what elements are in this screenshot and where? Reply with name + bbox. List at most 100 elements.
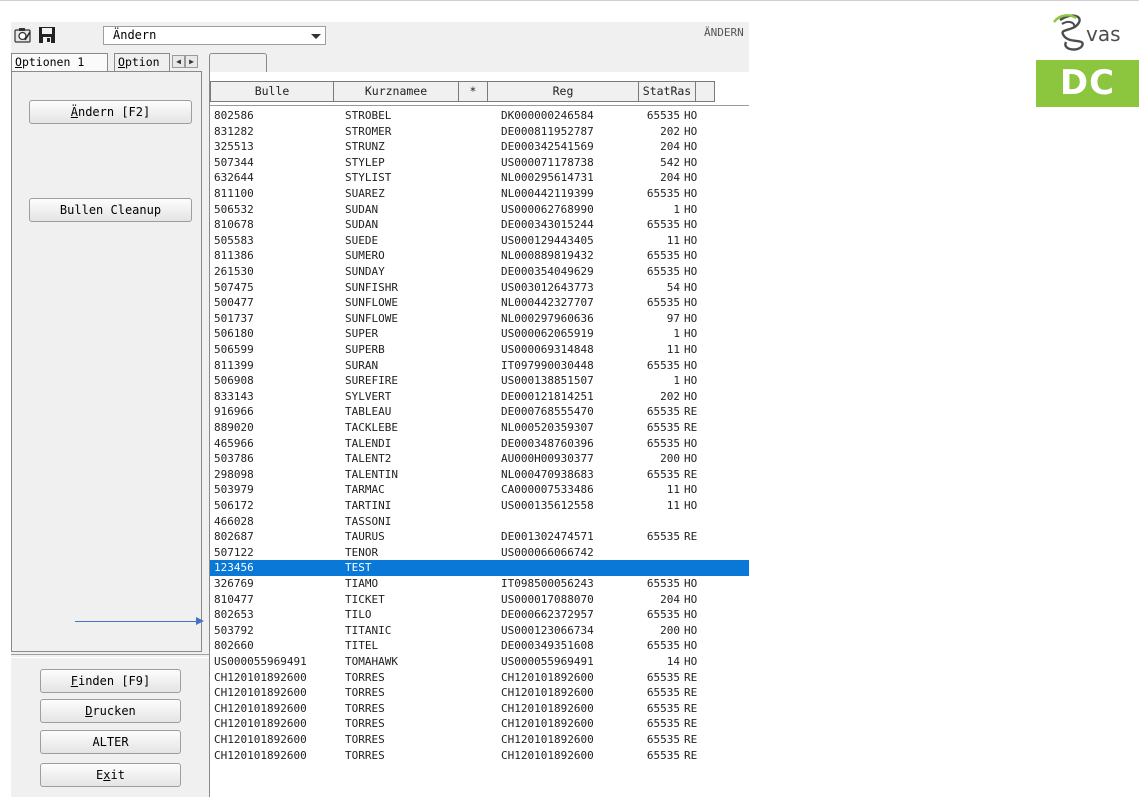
table-row[interactable]: 503786 TALENT2 AU000H00930377 200 HO xyxy=(210,451,749,467)
aendern-button[interactable]: Ändern [F2] xyxy=(29,100,192,124)
cell-kurzname: SUDAN xyxy=(345,202,379,216)
table-row[interactable]: 506599 SUPERB US000069314848 11 HO xyxy=(210,342,749,358)
table-row[interactable]: 505583 SUEDE US000129443405 11 HO xyxy=(210,233,749,249)
column-header-star[interactable]: * xyxy=(458,81,488,102)
table-row[interactable]: 802586 STROBEL DK000000246584 65535 HO xyxy=(210,108,749,124)
table-row[interactable]: 506908 SUREFIRE US000138851507 1 HO xyxy=(210,373,749,389)
column-header-statras[interactable]: StatRas xyxy=(638,81,696,102)
cell-kurzname: STYLIST xyxy=(345,171,392,185)
separator xyxy=(11,654,209,658)
cell-reg: CA000007533486 xyxy=(501,483,594,497)
column-header-extra[interactable] xyxy=(695,81,715,102)
table-row[interactable]: CH120101892600 TORRES CH120101892600 65535 R… xyxy=(210,732,749,748)
cell-reg: US000129443405 xyxy=(501,233,594,247)
cell-stat: 204 xyxy=(660,171,680,185)
exit-button[interactable]: Exit xyxy=(40,763,181,787)
table-row[interactable]: 465966 TALENDI DE000348760396 65535 HO xyxy=(210,436,749,452)
table-row[interactable]: 506532 SUDAN US000062768990 1 HO xyxy=(210,202,749,218)
tab-scroll-right-icon[interactable]: ▶ xyxy=(185,55,198,68)
cell-ras: HO xyxy=(684,296,698,310)
table-row[interactable]: 123456 TEST xyxy=(210,560,749,576)
camera-icon[interactable] xyxy=(14,26,32,44)
table-row[interactable]: 802653 TILO DE000662372957 65535 HO xyxy=(210,607,749,623)
cell-kurzname: SUDAN xyxy=(345,218,379,232)
cell-reg: AU000H00930377 xyxy=(501,452,594,466)
cell-reg: US000071178738 xyxy=(501,155,594,169)
table-row[interactable]: 466028 TASSONI xyxy=(210,514,749,530)
logo-top: vas xyxy=(1036,8,1139,60)
cell-stat: 65535 xyxy=(646,405,680,419)
table-row[interactable]: CH120101892600 TORRES CH120101892600 65535 R… xyxy=(210,716,749,732)
cell-bulle: 325513 xyxy=(214,140,254,154)
cell-kurzname: TORRES xyxy=(345,686,385,700)
column-header-bulle[interactable]: Bulle xyxy=(210,81,334,102)
cell-kurzname: TICKET xyxy=(345,592,385,606)
table-row[interactable]: CH120101892600 TORRES CH120101892600 65535 R… xyxy=(210,701,749,717)
table-row[interactable]: US000055969491 TOMAHAWK US000055969491 14 HO xyxy=(210,654,749,670)
cell-bulle: 503979 xyxy=(214,483,254,497)
table-row[interactable]: 811386 SUMERO NL000889819432 65535 HO xyxy=(210,248,749,264)
cell-reg: US000062768990 xyxy=(501,202,594,216)
table-row[interactable]: 916966 TABLEAU DE000768555470 65535 RE xyxy=(210,404,749,420)
table-row[interactable]: 298098 TALENTIN NL000470938683 65535 RE xyxy=(210,467,749,483)
cell-reg: DE000348760396 xyxy=(501,436,594,450)
table-row[interactable]: 326769 TIAMO IT098500056243 65535 HO xyxy=(210,576,749,592)
table-row[interactable]: 632644 STYLIST NL000295614731 204 HO xyxy=(210,170,749,186)
table-row[interactable]: 507344 STYLEP US000071178738 542 HO xyxy=(210,155,749,171)
table-row[interactable]: 500477 SUNFLOWE NL000442327707 65535 HO xyxy=(210,295,749,311)
alter-button[interactable]: ALTER xyxy=(40,730,181,754)
header-divider xyxy=(210,105,749,106)
cell-reg: US000062065919 xyxy=(501,327,594,341)
table-row[interactable]: 831282 STROMER DE000811952787 202 HO xyxy=(210,124,749,140)
table-row[interactable]: 802660 TITEL DE000349351608 65535 HO xyxy=(210,638,749,654)
table-row[interactable]: 503979 TARMAC CA000007533486 11 HO xyxy=(210,482,749,498)
cell-stat: 204 xyxy=(660,140,680,154)
table-row[interactable]: CH120101892600 TORRES CH120101892600 65535 R… xyxy=(210,670,749,686)
table-row[interactable]: CH120101892600 TORRES CH120101892600 65535 R… xyxy=(210,748,749,764)
bullen-cleanup-button[interactable]: Bullen Cleanup xyxy=(29,198,192,222)
tab-scroll-left-icon[interactable]: ◀ xyxy=(172,55,185,68)
save-disk-icon[interactable] xyxy=(38,26,56,44)
table-row[interactable]: 503792 TITANIC US000123066734 200 HO xyxy=(210,623,749,639)
grid-tab[interactable] xyxy=(209,53,267,73)
cell-kurzname: TARMAC xyxy=(345,483,385,497)
column-header-reg[interactable]: Reg xyxy=(487,81,639,102)
table-row[interactable]: 811399 SURAN IT097990030448 65535 HO xyxy=(210,358,749,374)
cell-ras: HO xyxy=(684,124,698,138)
table-row[interactable]: 261530 SUNDAY DE000354049629 65535 HO xyxy=(210,264,749,280)
cell-kurzname: TARTINI xyxy=(345,499,392,512)
table-row[interactable]: 811100 SUAREZ NL000442119399 65535 HO xyxy=(210,186,749,202)
cell-kurzname: SUAREZ xyxy=(345,187,385,200)
column-header-kurzname[interactable]: Kurznamee xyxy=(333,81,459,102)
cell-stat: 200 xyxy=(660,623,680,637)
cell-reg: NL000297960636 xyxy=(501,311,594,325)
cell-kurzname: TAURUS xyxy=(345,530,385,544)
cell-stat: 65535 xyxy=(646,265,680,278)
table-row[interactable]: 833143 SYLVERT DE000121814251 202 HO xyxy=(210,389,749,405)
chevron-down-icon[interactable] xyxy=(311,34,321,39)
table-row[interactable]: 501737 SUNFLOWE NL000297960636 97 HO xyxy=(210,311,749,327)
cell-kurzname: SUNFISHR xyxy=(345,280,398,294)
table-row[interactable]: 507122 TENOR US000066066742 xyxy=(210,545,749,561)
cell-stat: 65535 xyxy=(646,187,680,200)
table-row[interactable]: 506180 SUPER US000062065919 1 HO xyxy=(210,326,749,342)
cell-bulle: 802687 xyxy=(214,530,254,544)
table-row[interactable]: 889020 TACKLEBE NL000520359307 65535 RE xyxy=(210,420,749,436)
cell-ras: RE xyxy=(684,530,698,544)
cell-ras: HO xyxy=(684,155,698,169)
finden-button[interactable]: Finden [F9] xyxy=(40,669,181,693)
drucken-button[interactable]: Drucken xyxy=(40,699,181,723)
tab-optionen-2[interactable]: Option xyxy=(114,53,170,72)
table-row[interactable]: CH120101892600 TORRES CH120101892600 65535 R… xyxy=(210,685,749,701)
table-row[interactable]: 802687 TAURUS DE001302474571 65535 RE xyxy=(210,529,749,545)
table-row[interactable]: 507475 SUNFISHR US003012643773 54 HO xyxy=(210,280,749,296)
cell-ras: RE xyxy=(684,467,698,481)
table-row[interactable]: 810678 SUDAN DE000343015244 65535 HO xyxy=(210,217,749,233)
tab-optionen-1[interactable]: Optionen 1 xyxy=(11,53,108,72)
mode-combobox[interactable]: Ändern xyxy=(103,26,326,45)
cell-reg: IT097990030448 xyxy=(501,358,594,372)
table-row[interactable]: 325513 STRUNZ DE000342541569 204 HO xyxy=(210,139,749,155)
table-row[interactable]: 506172 TARTINI US000135612558 11 HO xyxy=(210,498,749,514)
cell-ras: HO xyxy=(684,280,698,294)
table-row[interactable]: 810477 TICKET US000017088070 204 HO xyxy=(210,592,749,608)
